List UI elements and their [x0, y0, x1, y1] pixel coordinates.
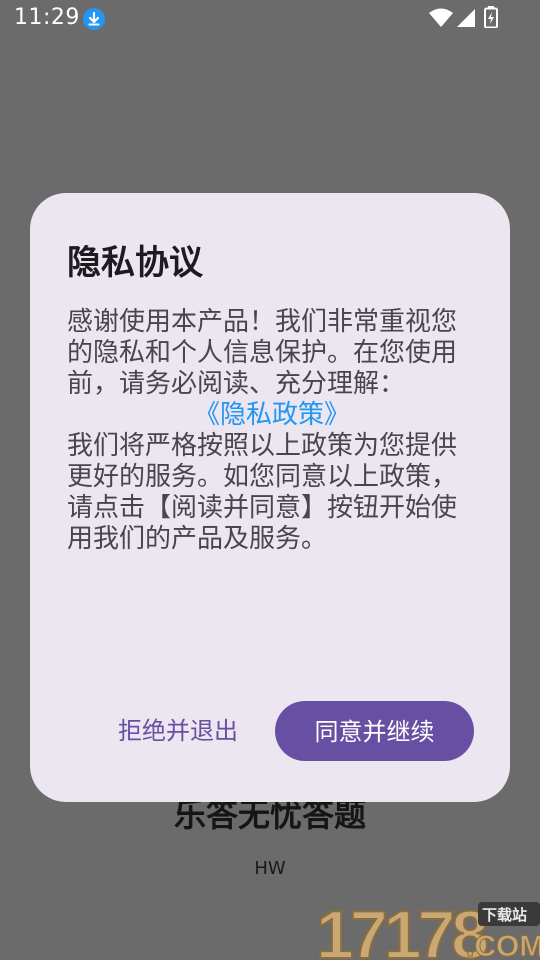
dialog-body-intro: 感谢使用本产品！我们非常重视您的隐私和个人信息保护。在您使用前，请务必阅读、充分…: [67, 307, 458, 399]
dialog-actions: 拒绝并退出 同意并继续: [30, 701, 510, 761]
status-bar: 11:29: [0, 0, 540, 38]
signal-icon: [457, 9, 475, 27]
decline-exit-button[interactable]: 拒绝并退出: [110, 701, 246, 761]
status-time: 11:29: [14, 5, 80, 30]
watermark-logo: 17178 下载站 .COM: [316, 898, 540, 960]
app-subtitle: HW: [254, 858, 286, 879]
watermark-tag: 下载站: [482, 906, 527, 924]
wifi-icon: [429, 8, 453, 27]
watermark-number: 17178: [316, 898, 487, 960]
download-icon: [83, 8, 105, 30]
privacy-dialog: 隐私协议 感谢使用本产品！我们非常重视您的隐私和个人信息保护。在您使用前，请务必…: [30, 193, 510, 802]
battery-icon: [484, 6, 498, 28]
dialog-body: 感谢使用本产品！我们非常重视您的隐私和个人信息保护。在您使用前，请务必阅读、充分…: [67, 307, 477, 555]
watermark-suffix: .COM: [466, 930, 540, 960]
dialog-title: 隐私协议: [67, 243, 203, 283]
agree-continue-button[interactable]: 同意并继续: [275, 701, 474, 761]
privacy-policy-link[interactable]: 《隐私政策》: [67, 400, 477, 431]
dialog-body-outro: 我们将严格按照以上政策为您提供更好的服务。如您同意以上政策，请点击【阅读并同意】…: [67, 431, 458, 554]
